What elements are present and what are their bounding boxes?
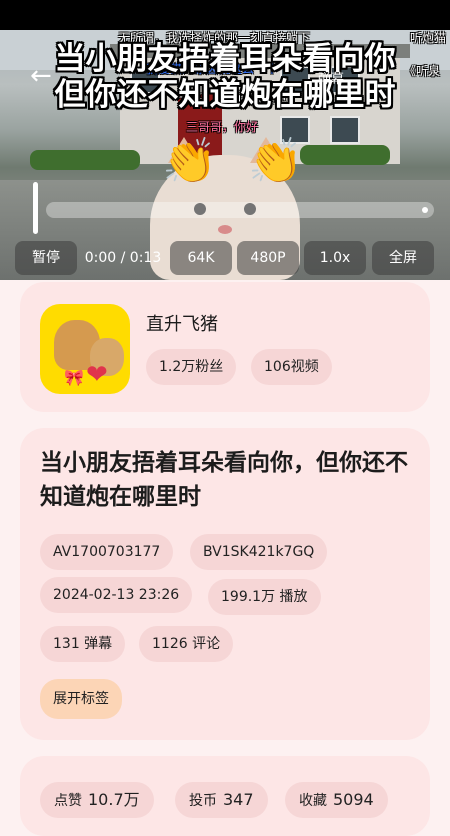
followers-badge: 1.2万粉丝 — [146, 349, 237, 385]
status-bar — [0, 0, 450, 30]
coin-label: 投币 — [189, 793, 217, 809]
hand-emoji-right: 👏 — [248, 136, 303, 187]
uploader-card[interactable]: 🎀 ❤ 直升飞猪 1.2万粉丝 106视频 — [20, 282, 430, 412]
speed-button[interactable]: 1.0x — [304, 241, 366, 275]
progress-knob[interactable] — [422, 207, 428, 213]
stats-card: 点赞 10.7万 投币 347 收藏 5094 — [20, 756, 430, 836]
progress-bar[interactable] — [46, 202, 434, 218]
heart-icon: ❤ — [86, 360, 108, 390]
danmaku-item: 三哥哥，你好 — [186, 120, 259, 134]
bitrate-button[interactable]: 64K — [170, 241, 232, 275]
fullscreen-button[interactable]: 全屏 — [372, 241, 434, 275]
publish-date: 2024-02-13 23:26 — [40, 577, 193, 613]
comment-count[interactable]: 1126 评论 — [139, 626, 234, 662]
like-label: 点赞 — [54, 793, 82, 809]
video-subtitle-line1: 当小朋友捂着耳朵看向你 — [54, 41, 396, 77]
quality-button[interactable]: 480P — [237, 241, 299, 275]
volume-indicator[interactable] — [33, 182, 38, 234]
play-count: 199.1万 播放 — [208, 579, 321, 615]
danmaku-count: 131 弹幕 — [40, 626, 126, 662]
uploader-name[interactable]: 直升飞猪 — [146, 310, 218, 336]
video-title: 当小朋友捂着耳朵看向你，但你还不知道炮在哪里时 — [40, 450, 408, 510]
favorite-label: 收藏 — [299, 793, 327, 809]
bv-id-badge[interactable]: BV1SK421k7GQ — [190, 534, 328, 570]
danmaku-toggle[interactable]: 弹幕 — [318, 68, 344, 87]
video-subtitle-line2: 但你还不知道炮在哪里时 — [54, 77, 396, 113]
expand-tags-button[interactable]: 展开标签 — [40, 679, 122, 719]
video-player[interactable]: 👏 👏 无所谓，我选择炸的那一刻直接躺下 听炮猫 我爱猫的原因就这么一个 《听泉… — [0, 30, 450, 280]
back-arrow-icon[interactable]: ← — [30, 63, 52, 89]
video-info-card: 当小朋友捂着耳朵看向你，但你还不知道炮在哪里时 AV1700703177 BV1… — [20, 428, 430, 740]
coin-button[interactable]: 投币 347 — [175, 782, 268, 818]
like-button[interactable]: 点赞 10.7万 — [40, 782, 154, 818]
av-id-badge[interactable]: AV1700703177 — [40, 534, 174, 570]
favorite-button[interactable]: 收藏 5094 — [285, 782, 388, 818]
videos-badge: 106视频 — [251, 349, 332, 385]
pause-button[interactable]: 暂停 — [15, 241, 77, 275]
hand-emoji-left: 👏 — [162, 136, 217, 187]
avatar[interactable]: 🎀 ❤ — [40, 304, 130, 394]
time-display: 0:00 / 0:13 — [84, 250, 162, 266]
